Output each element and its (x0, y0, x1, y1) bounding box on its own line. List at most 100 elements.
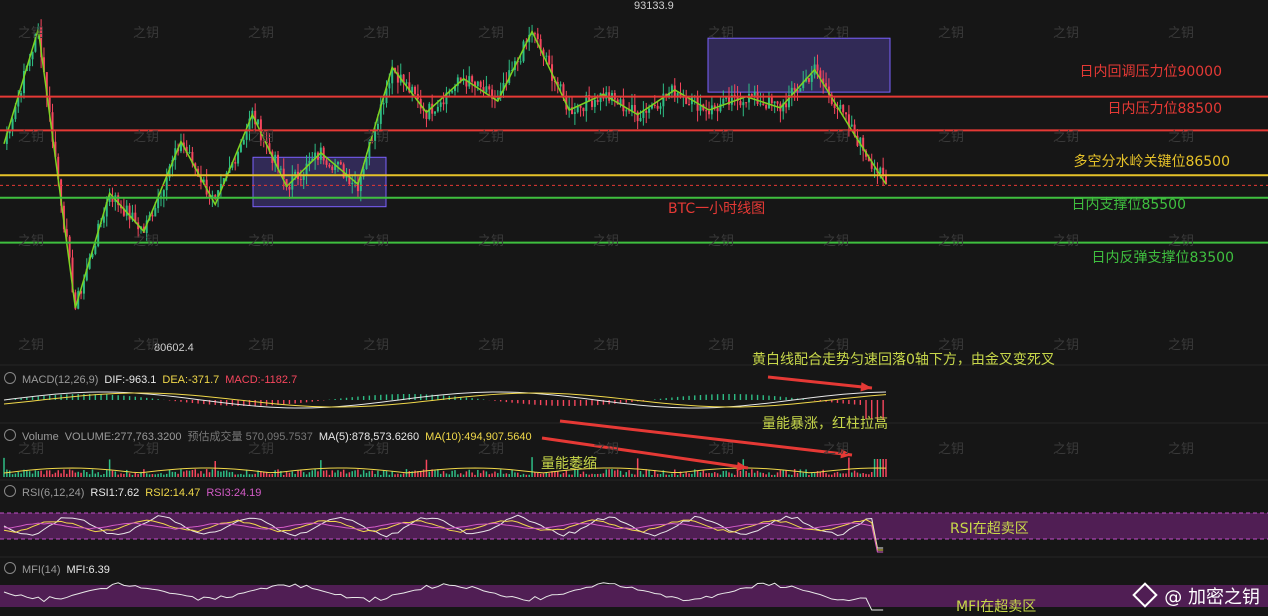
candle-body (533, 33, 536, 35)
candle-body (765, 105, 768, 109)
watermark-text: 之钥 (938, 234, 965, 249)
candle-body (20, 93, 23, 96)
low-price-label: 80602.4 (154, 342, 194, 354)
macd-dif-line (3, 391, 887, 409)
level-label-86500: 多空分水岭关键位86500 (1073, 154, 1230, 170)
candle-body (476, 81, 479, 87)
watermark-text: 之钥 (938, 442, 965, 457)
candle-body (128, 205, 131, 220)
watermark-text: 之钥 (823, 234, 850, 249)
watermark-text: 之钥 (708, 130, 735, 145)
watermark-text: 之钥 (593, 26, 620, 41)
candle-body (479, 81, 482, 88)
candle-body (559, 84, 562, 87)
candle-body (234, 162, 237, 164)
macd-params: MACD(12,26,9) (22, 374, 99, 386)
candle-body (279, 168, 282, 170)
watermark-text: 之钥 (363, 26, 390, 41)
candle-body (291, 176, 294, 190)
watermark-text: 之钥 (593, 130, 620, 145)
watermark-text: 之钥 (133, 234, 160, 249)
candle-body (659, 106, 662, 109)
candle-body (716, 108, 719, 112)
candle-body (579, 105, 582, 108)
consolidation-box (707, 37, 891, 93)
candle-body (548, 55, 551, 65)
candle-body (339, 162, 342, 165)
candle-body (536, 33, 539, 40)
candle-body (810, 74, 813, 82)
watermark-text: 之钥 (133, 338, 160, 353)
candle-body (299, 178, 302, 180)
candle-body (742, 102, 745, 106)
watermark-text: 之钥 (478, 442, 505, 457)
rsi-params: RSI(6,12,24) (22, 487, 85, 499)
level-label-85500: 日内支撑位85500 (1071, 197, 1186, 213)
candle-body (793, 87, 796, 91)
candle-body (162, 190, 165, 197)
candle-body (756, 92, 759, 104)
rsi2-value: RSI2:14.47 (145, 487, 201, 499)
candle-body (102, 216, 105, 223)
candle-body (816, 64, 819, 71)
candle-body (882, 167, 885, 175)
candle-body (639, 117, 642, 122)
candle-body (776, 101, 779, 104)
candle-body (845, 112, 848, 115)
bell-icon[interactable] (4, 485, 16, 497)
candle-body (739, 101, 742, 106)
macd-annotation: 黄白线配合走势匀速回落0轴下方，由金叉变死叉 (752, 352, 1055, 368)
candle-body (767, 97, 770, 109)
watermark-text: 之钥 (938, 130, 965, 145)
btc-chart-canvas[interactable] (0, 0, 1268, 615)
macd-value: MACD:-1182.7 (225, 374, 298, 386)
candle-body (799, 88, 802, 92)
watermark-text: 之钥 (133, 130, 160, 145)
watermark-text: 之钥 (478, 26, 505, 41)
bell-icon[interactable] (4, 372, 16, 384)
candle-body (662, 93, 665, 107)
candle-body (596, 100, 599, 102)
watermark-text: 之钥 (1168, 442, 1195, 457)
candle-body (562, 84, 565, 96)
brand-logo-icon (1132, 582, 1158, 608)
candle-body (705, 110, 708, 112)
candle-body (648, 108, 651, 113)
candle-body (839, 105, 842, 109)
bell-icon[interactable] (4, 562, 16, 574)
candle-body (770, 97, 773, 104)
watermark-text: 之钥 (363, 130, 390, 145)
candle-body (759, 103, 762, 105)
watermark-text: 之钥 (248, 26, 275, 41)
watermark-text: 之钥 (478, 338, 505, 353)
candle-body (325, 160, 328, 165)
level-label-88500: 日内压力位88500 (1107, 101, 1222, 117)
volume-value: VOLUME:277,763.3200 (64, 431, 182, 443)
candle-body (388, 83, 391, 89)
watermark-text: 之钥 (248, 234, 275, 249)
candle-body (773, 101, 776, 104)
watermark-text: 之钥 (1053, 234, 1080, 249)
level-label-90000: 日内回调压力位90000 (1079, 64, 1222, 80)
watermark-text: 之钥 (18, 338, 45, 353)
watermark-text: 之钥 (938, 26, 965, 41)
candle-body (331, 166, 334, 170)
bell-icon[interactable] (4, 429, 16, 441)
candle-body (11, 119, 14, 131)
watermark-text: 之钥 (1168, 26, 1195, 41)
watermark-text: 之钥 (248, 442, 275, 457)
candle-body (351, 182, 354, 185)
rsi3-value: RSI3:24.19 (206, 487, 262, 499)
candle-body (593, 100, 596, 107)
candle-body (722, 98, 725, 104)
brand-text: @ 加密之钥 (1164, 587, 1260, 608)
watermark-text: 之钥 (1053, 130, 1080, 145)
candle-body (573, 112, 576, 114)
candle-body (471, 76, 474, 82)
candle-body (382, 103, 385, 105)
watermark-text: 之钥 (708, 26, 735, 41)
watermark-text: 之钥 (18, 442, 45, 457)
candle-body (879, 167, 882, 174)
watermark-text: 之钥 (1053, 26, 1080, 41)
candle-body (336, 162, 339, 165)
